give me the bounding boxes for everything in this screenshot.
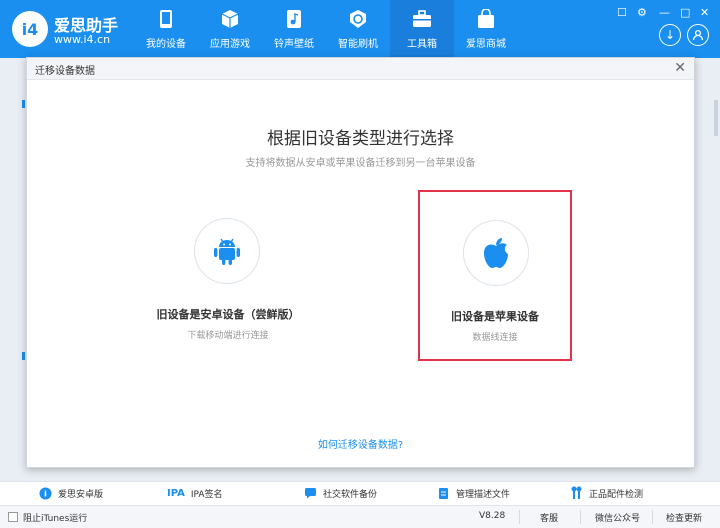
tool-label: 爱思安卓版: [58, 489, 104, 500]
background-marker: [22, 100, 25, 108]
nav-item-ringtones[interactable]: 铃声壁纸: [262, 0, 326, 58]
music-file-icon: [284, 9, 304, 29]
tool-accessory-check[interactable]: 正品配件检测: [569, 486, 643, 500]
settings-icon[interactable]: ⚙: [637, 6, 647, 19]
brand-url: www.i4.cn: [54, 33, 111, 46]
nav-item-my-device[interactable]: 我的设备: [134, 0, 198, 58]
nav-item-flash[interactable]: 智能刷机: [326, 0, 390, 58]
skin-icon[interactable]: ☐: [617, 6, 627, 19]
option-description: 下载移动端进行连接: [187, 331, 269, 341]
nav-label: 爱思商城: [466, 39, 506, 50]
dialog-subheading: 支持将数据从安卓或苹果设备迁移到另一台苹果设备: [245, 158, 476, 169]
dialog-title: 迁移设备数据: [35, 66, 95, 77]
nav-item-toolbox[interactable]: 工具箱: [390, 0, 454, 58]
apple-icon: [484, 238, 508, 268]
option-android-device[interactable]: 旧设备是安卓设备（尝鲜版） 下载移动端进行连接: [150, 190, 306, 360]
app-logo: i4: [12, 11, 48, 47]
status-bar: 阻止iTunes运行 V8.28 客服 微信公众号 检查更新: [0, 505, 720, 528]
user-icon[interactable]: [687, 24, 709, 46]
nav-label: 智能刷机: [338, 39, 378, 50]
tool-label: 社交软件备份: [323, 489, 378, 500]
apple-icon-badge: [463, 220, 529, 286]
option-title: 旧设备是安卓设备（尝鲜版）: [156, 308, 300, 321]
nav-label: 应用游戏: [210, 39, 250, 50]
quick-tools-bar: i 爱思安卓版 IPA IPA签名 社交软件备份 管理描述文件 正品配件检测: [0, 481, 720, 505]
version-label: V8.28: [479, 511, 506, 521]
nav-label: 工具箱: [407, 39, 437, 50]
tool-label: 管理描述文件: [456, 489, 511, 500]
option-title: 旧设备是苹果设备: [451, 310, 539, 323]
background-scrollbar[interactable]: [714, 100, 718, 136]
android-icon: [214, 238, 240, 265]
tool-manage-profiles[interactable]: 管理描述文件: [436, 486, 510, 500]
close-icon[interactable]: ✕: [700, 6, 709, 19]
itunes-block-label[interactable]: 阻止iTunes运行: [23, 511, 87, 524]
refresh-shield-icon: [348, 9, 368, 29]
minimize-icon[interactable]: —: [659, 6, 670, 19]
nav-label: 我的设备: [146, 39, 186, 50]
background-marker: [22, 352, 25, 360]
nav-label: 铃声壁纸: [274, 39, 314, 50]
check-update-link[interactable]: 检查更新: [666, 511, 702, 524]
option-description: 数据线连接: [472, 333, 518, 343]
itunes-block-checkbox[interactable]: [8, 512, 18, 522]
nav-item-store[interactable]: 爱思商城: [454, 0, 518, 58]
tool-android-app[interactable]: i 爱思安卓版: [38, 486, 103, 500]
shopping-bag-icon: [476, 9, 496, 29]
nav-item-apps-games[interactable]: 应用游戏: [198, 0, 262, 58]
help-link[interactable]: 如何迁移设备数据?: [27, 436, 694, 451]
status-divider: [580, 510, 581, 524]
tool-ipa-sign[interactable]: IPA IPA签名: [167, 486, 223, 500]
migrate-data-dialog: 迁移设备数据 ✕ 根据旧设备类型进行选择 支持将数据从安卓或苹果设备迁移到另一台…: [26, 57, 695, 468]
tool-label: IPA签名: [190, 489, 223, 500]
download-icon[interactable]: ↓: [659, 24, 681, 46]
chat-backup-icon: [303, 486, 317, 500]
status-divider: [519, 510, 520, 524]
profile-icon: [436, 486, 450, 500]
tool-social-backup[interactable]: 社交软件备份: [303, 486, 377, 500]
feedback-link[interactable]: 客服: [540, 511, 558, 524]
toolbox-icon: [412, 9, 432, 29]
cube-icon: [220, 9, 240, 29]
android-app-icon: i: [38, 486, 52, 500]
maximize-icon[interactable]: □: [680, 6, 690, 19]
top-bar: i4 爱思助手 www.i4.cn 我的设备 应用游戏 铃声壁纸 智能刷机 工具…: [0, 0, 720, 58]
status-divider: [652, 510, 653, 524]
dialog-header: 迁移设备数据 ✕: [27, 58, 694, 80]
dialog-heading: 根据旧设备类型进行选择: [267, 129, 454, 149]
wechat-link[interactable]: 微信公众号: [595, 511, 640, 524]
svg-text:i: i: [44, 489, 47, 498]
dialog-close-icon[interactable]: ✕: [674, 60, 686, 76]
main-nav: 我的设备 应用游戏 铃声壁纸 智能刷机 工具箱 爱思商城: [134, 0, 518, 58]
android-icon-badge: [194, 218, 260, 284]
option-apple-device[interactable]: 旧设备是苹果设备 数据线连接: [418, 190, 572, 361]
ipa-icon: IPA: [167, 487, 185, 499]
tool-label: 正品配件检测: [589, 489, 644, 500]
earphone-icon: [569, 486, 583, 500]
phone-icon: [156, 9, 176, 29]
